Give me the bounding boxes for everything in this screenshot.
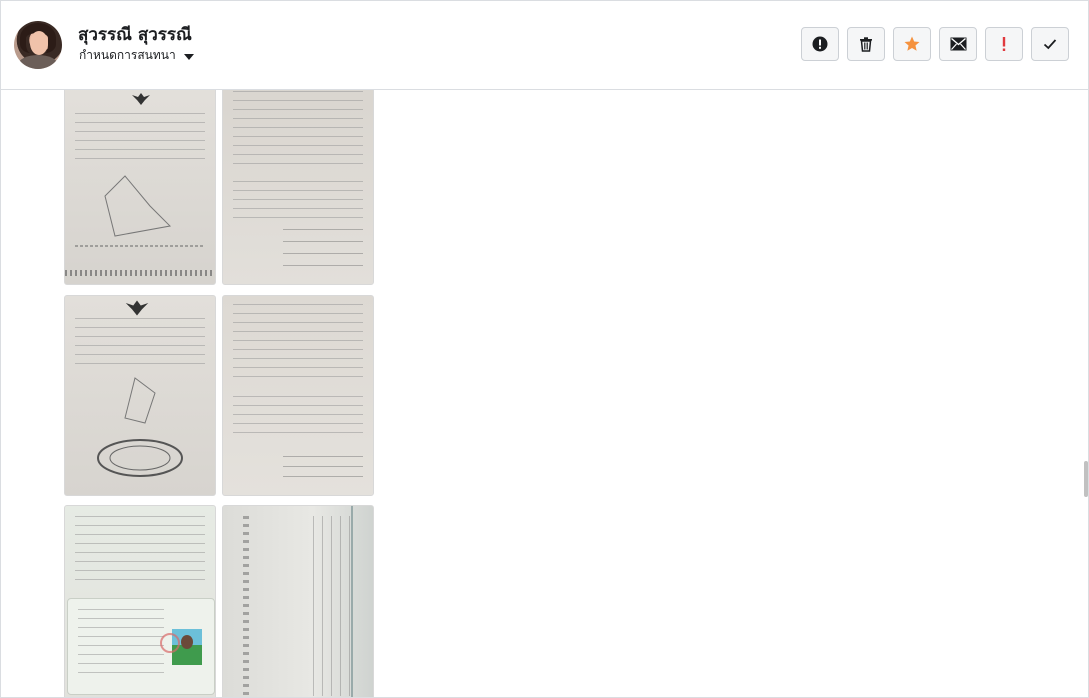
attachment-photo[interactable] [64, 295, 216, 496]
important-icon [1002, 37, 1006, 51]
contact-name[interactable]: สุวรรณี สุวรรณี [78, 21, 192, 48]
mark-done-button[interactable] [1031, 27, 1069, 61]
stamp-icon [160, 633, 180, 653]
avatar[interactable] [14, 21, 62, 69]
star-button[interactable] [893, 27, 931, 61]
conversation-header: สุวรรณี สุวรรณี กำหนดการสนทนา [1, 1, 1088, 90]
garuda-emblem-icon [132, 93, 150, 105]
caret-down-icon [183, 53, 194, 60]
land-plot-drawing [75, 175, 205, 247]
garuda-emblem-icon [125, 300, 149, 316]
star-icon [904, 36, 920, 51]
attachment-photo[interactable] [222, 295, 374, 496]
attachment-photo[interactable] [222, 505, 374, 697]
checkmark-icon [1043, 39, 1057, 50]
mark-important-button[interactable] [985, 27, 1023, 61]
attachment-photo[interactable] [64, 505, 216, 697]
official-seal-icon [97, 439, 183, 477]
conversation-settings-dropdown[interactable]: กำหนดการสนทนา [79, 46, 194, 65]
delete-button[interactable] [847, 27, 885, 61]
toolbar [801, 27, 1069, 61]
mark-unread-button[interactable] [939, 27, 977, 61]
land-plot-drawing [124, 377, 156, 424]
attachment-photo[interactable] [64, 90, 216, 285]
scrollbar-thumb[interactable] [1084, 461, 1088, 497]
mail-icon [950, 37, 966, 51]
trash-icon [860, 37, 872, 52]
attachment-photo[interactable] [222, 90, 374, 285]
conversation-settings-label: กำหนดการสนทนา [79, 48, 176, 62]
conversation-panel: สุวรรณี สุวรรณี กำหนดการสนทนา [0, 0, 1089, 698]
report-icon [812, 36, 828, 52]
report-button[interactable] [801, 27, 839, 61]
message-thread[interactable] [1, 90, 1088, 697]
